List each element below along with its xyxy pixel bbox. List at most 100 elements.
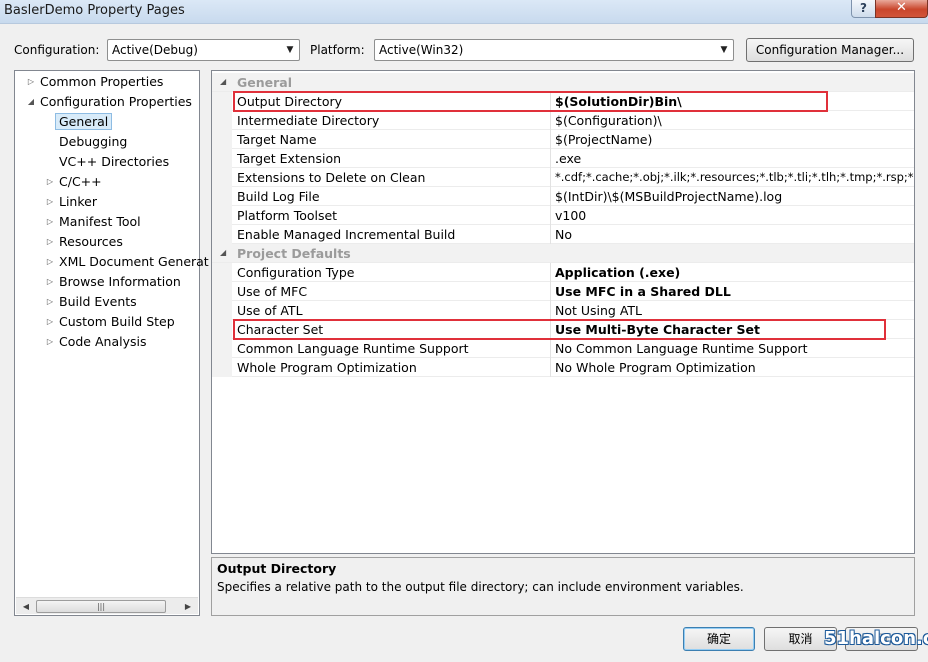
tree-item-browse-information[interactable]: ▷ Browse Information [47, 273, 181, 291]
collapse-arrow-icon[interactable]: ◢ [220, 77, 226, 86]
column-divider [550, 358, 551, 377]
property-grid[interactable]: ◢ General Output Directory $(SolutionDir… [211, 70, 915, 554]
expand-arrow-icon[interactable]: ▷ [44, 213, 56, 231]
row-gutter [212, 92, 232, 111]
tree-item-code-analysis[interactable]: ▷ Code Analysis [47, 333, 147, 351]
property-row-build-log-file[interactable]: Build Log File $(IntDir)\$(MSBuildProjec… [212, 187, 914, 206]
configuration-label: Configuration: [14, 43, 100, 57]
watermark-logo: 51halcon.com [824, 628, 928, 649]
row-gutter [212, 320, 232, 339]
expand-arrow-icon[interactable]: ▷ [44, 193, 56, 211]
property-row-use-of-mfc[interactable]: Use of MFC Use MFC in a Shared DLL [212, 282, 914, 301]
tree-item-build-events[interactable]: ▷ Build Events [47, 293, 137, 311]
close-button[interactable]: ✕ [875, 0, 928, 18]
tree-item-general[interactable]: General [55, 113, 113, 131]
tree-item-label: Browse Information [59, 274, 181, 289]
property-name: Build Log File [237, 189, 320, 204]
configuration-manager-button[interactable]: Configuration Manager... [746, 38, 914, 62]
expand-arrow-icon[interactable]: ▷ [44, 313, 56, 331]
property-value: Use Multi-Byte Character Set [555, 322, 760, 337]
property-row-target-extension[interactable]: Target Extension .exe [212, 149, 914, 168]
property-row-output-directory[interactable]: Output Directory $(SolutionDir)Bin\ [212, 92, 914, 111]
tree-horizontal-scrollbar[interactable]: ◀ ||| ▶ [16, 597, 198, 614]
tree-item-label: Debugging [59, 134, 128, 149]
column-divider [550, 149, 551, 168]
expand-arrow-icon[interactable]: ▷ [44, 173, 56, 191]
property-value: Not Using ATL [555, 303, 643, 318]
row-gutter [212, 301, 232, 320]
row-gutter [212, 130, 232, 149]
expand-arrow-icon[interactable]: ▷ [44, 273, 56, 291]
description-title: Output Directory [217, 561, 337, 576]
chevron-down-icon: ▼ [720, 45, 728, 55]
property-value: No Whole Program Optimization [555, 360, 756, 375]
column-divider [550, 111, 551, 130]
scroll-left-icon[interactable]: ◀ [19, 600, 33, 613]
tree-item-label: Resources [59, 234, 123, 249]
tree-item-xml-document-generator[interactable]: ▷ XML Document Generat [47, 253, 209, 271]
expand-arrow-icon[interactable]: ▷ [44, 233, 56, 251]
property-value: Application (.exe) [555, 265, 681, 280]
property-name: Character Set [237, 322, 324, 337]
property-name: Configuration Type [237, 265, 355, 280]
expand-arrow-icon[interactable]: ▷ [44, 333, 56, 351]
property-row-clr-support[interactable]: Common Language Runtime Support No Commo… [212, 339, 914, 358]
property-row-use-of-atl[interactable]: Use of ATL Not Using ATL [212, 301, 914, 320]
property-row-whole-program-optimization[interactable]: Whole Program Optimization No Whole Prog… [212, 358, 914, 377]
column-divider [550, 282, 551, 301]
property-row-extensions-to-delete[interactable]: Extensions to Delete on Clean *.cdf;*.ca… [212, 168, 914, 187]
property-value: .exe [555, 151, 582, 166]
platform-select[interactable]: Active(Win32) ▼ [374, 39, 734, 61]
property-row-configuration-type[interactable]: Configuration Type Application (.exe) [212, 263, 914, 282]
expand-arrow-icon[interactable]: ▷ [25, 73, 37, 91]
column-divider [550, 339, 551, 358]
property-row-platform-toolset[interactable]: Platform Toolset v100 [212, 206, 914, 225]
property-row-target-name[interactable]: Target Name $(ProjectName) [212, 130, 914, 149]
tree-item-c-cpp[interactable]: ▷ C/C++ [47, 173, 102, 191]
column-divider [550, 225, 551, 244]
collapse-arrow-icon[interactable]: ◢ [220, 248, 226, 257]
title-bar[interactable]: BaslerDemo Property Pages ? ✕ [0, 0, 928, 24]
tree-item-label: Manifest Tool [59, 214, 141, 229]
tree-item-custom-build-step[interactable]: ▷ Custom Build Step [47, 313, 175, 331]
property-value: No Common Language Runtime Support [555, 341, 808, 356]
tree-item-label: General [55, 113, 113, 130]
category-row-project-defaults[interactable]: ◢ Project Defaults [212, 244, 914, 263]
property-name: Platform Toolset [237, 208, 338, 223]
tree-item-vc-directories[interactable]: VC++ Directories [59, 153, 169, 171]
tree-item-manifest-tool[interactable]: ▷ Manifest Tool [47, 213, 141, 231]
row-gutter [212, 206, 232, 225]
configuration-select[interactable]: Active(Debug) ▼ [107, 39, 300, 61]
collapse-arrow-icon[interactable]: ◢ [25, 93, 37, 111]
platform-label: Platform: [310, 43, 365, 57]
expand-arrow-icon[interactable]: ▷ [44, 253, 56, 271]
tree-item-resources[interactable]: ▷ Resources [47, 233, 123, 251]
description-text: Specifies a relative path to the output … [217, 580, 744, 594]
scrollbar-thumb[interactable]: ||| [36, 600, 166, 613]
tree-item-label: Build Events [59, 294, 137, 309]
category-row-general[interactable]: ◢ General [212, 73, 914, 92]
row-gutter [212, 282, 232, 301]
scroll-right-icon[interactable]: ▶ [181, 600, 195, 613]
category-tree[interactable]: ▷ Common Properties ◢ Configuration Prop… [14, 70, 209, 616]
configuration-value: Active(Debug) [112, 43, 198, 57]
property-row-character-set[interactable]: Character Set Use Multi-Byte Character S… [212, 320, 914, 339]
tree-item-label: Code Analysis [59, 334, 147, 349]
ok-button[interactable]: 确定 [683, 627, 755, 651]
property-row-managed-incremental-build[interactable]: Enable Managed Incremental Build No [212, 225, 914, 244]
expand-arrow-icon[interactable]: ▷ [44, 293, 56, 311]
column-divider [550, 320, 551, 339]
tree-item-configuration-properties[interactable]: ◢ Configuration Properties [28, 93, 192, 111]
tree-item-debugging[interactable]: Debugging [59, 133, 127, 151]
chevron-down-icon: ▼ [286, 45, 294, 55]
tree-item-common-properties[interactable]: ▷ Common Properties [28, 73, 164, 91]
property-value: Use MFC in a Shared DLL [555, 284, 731, 299]
row-gutter [212, 339, 232, 358]
property-row-intermediate-directory[interactable]: Intermediate Directory $(Configuration)\ [212, 111, 914, 130]
help-button[interactable]: ? [851, 0, 876, 18]
property-name: Output Directory [237, 94, 343, 109]
tree-item-linker[interactable]: ▷ Linker [47, 193, 97, 211]
property-name: Target Name [237, 132, 317, 147]
property-name: Use of MFC [237, 284, 308, 299]
description-panel: Output Directory Specifies a relative pa… [211, 557, 915, 616]
